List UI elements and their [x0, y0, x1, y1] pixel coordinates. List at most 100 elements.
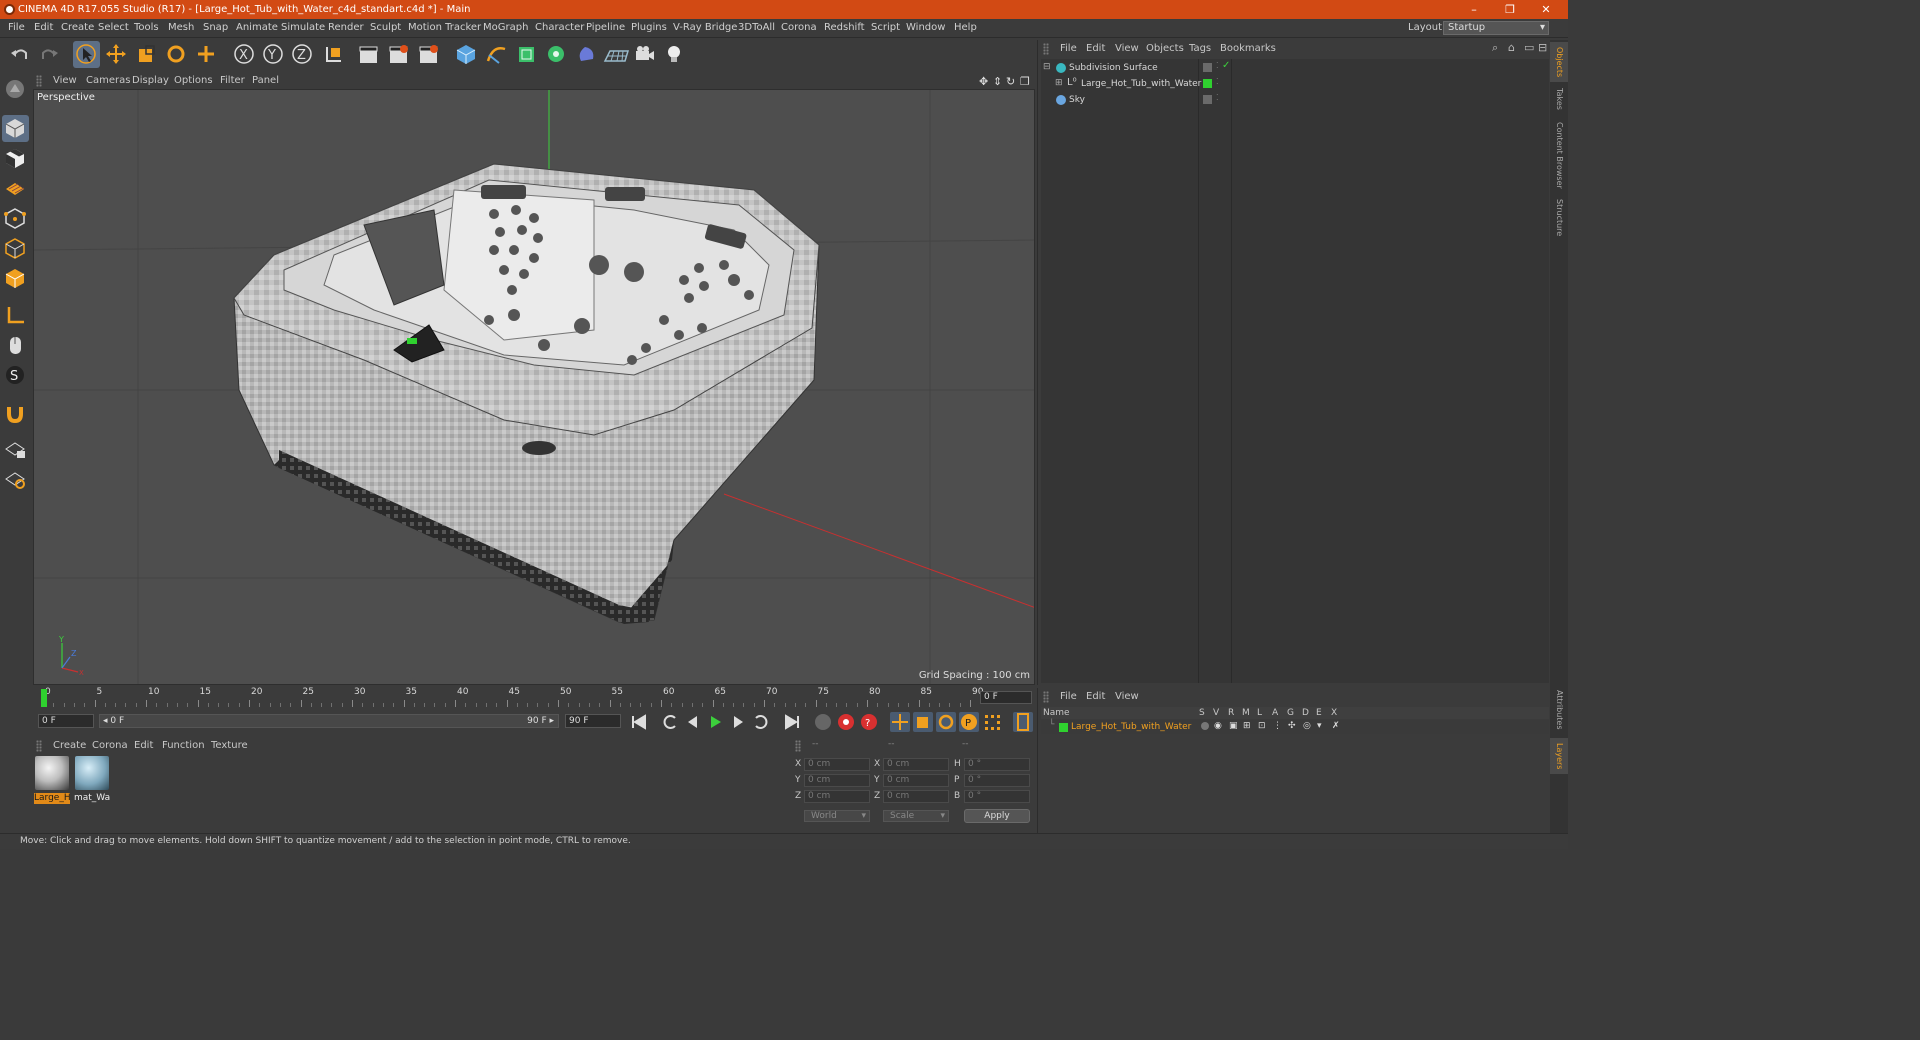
autokey-button[interactable]: ?: [859, 712, 879, 732]
menu-simulate[interactable]: Simulate: [281, 19, 325, 38]
viewport-maximize-icon[interactable]: ❐: [1020, 75, 1030, 88]
animation-icon[interactable]: ⋮: [1273, 721, 1282, 731]
object-row[interactable]: ⊞ L⁰ Large_Hot_Tub_with_Water ⁚: [1041, 76, 1549, 92]
generator-icon[interactable]: ✣: [1288, 721, 1296, 731]
viewport-menu-display[interactable]: Display: [132, 72, 169, 89]
column-solo[interactable]: S: [1199, 707, 1205, 719]
menu-animate[interactable]: Animate: [236, 19, 278, 38]
key-parameter-button[interactable]: P: [959, 712, 979, 732]
column-view[interactable]: V: [1213, 707, 1219, 719]
key-position-button[interactable]: [890, 712, 910, 732]
position-x-field[interactable]: 0 cm: [804, 758, 870, 771]
planar-workplane-button[interactable]: [2, 466, 29, 493]
rotation-h-field[interactable]: 0 °: [964, 758, 1030, 771]
axis-mode-button[interactable]: [2, 302, 29, 329]
render-view-button[interactable]: [355, 41, 382, 68]
apply-button[interactable]: Apply: [964, 809, 1030, 823]
menu-edit[interactable]: Edit: [34, 19, 53, 38]
viewport-menu-options[interactable]: Options: [174, 72, 213, 89]
object-list[interactable]: ⊟ Subdivision Surface ⁚ ✓ ⊞ L⁰ Large_Hot…: [1041, 59, 1549, 683]
record-off-button[interactable]: [813, 712, 833, 732]
eye-icon[interactable]: ◉: [1214, 721, 1222, 731]
layers-menu-edit[interactable]: Edit: [1086, 688, 1105, 705]
tab-attributes[interactable]: Attributes: [1550, 685, 1568, 735]
y-axis-lock-button[interactable]: Y: [260, 41, 287, 68]
menu-window[interactable]: Window: [906, 19, 945, 38]
close-button[interactable]: ✕: [1528, 0, 1564, 19]
deformer-icon[interactable]: ◎: [1303, 721, 1311, 731]
menu-render[interactable]: Render: [328, 19, 364, 38]
collapse-icon[interactable]: ⊟: [1043, 62, 1051, 72]
rotation-p-field[interactable]: 0 °: [964, 774, 1030, 787]
drag-handle-icon[interactable]: [1043, 691, 1049, 703]
viewport-rotate-icon[interactable]: ↻: [1006, 75, 1015, 88]
material-swatch[interactable]: mat_Wa: [74, 756, 110, 804]
position-y-field[interactable]: 0 cm: [804, 774, 870, 787]
expand-icon[interactable]: ⊟: [1538, 41, 1547, 54]
objects-menu-tags[interactable]: Tags: [1189, 40, 1211, 57]
material-menu-corona[interactable]: Corona: [92, 737, 128, 754]
enabled-check-icon[interactable]: ✓: [1222, 60, 1230, 71]
menu-script[interactable]: Script: [871, 19, 900, 38]
current-frame-field[interactable]: 0 F: [980, 691, 1032, 704]
objects-menu-edit[interactable]: Edit: [1086, 40, 1105, 57]
tab-layers[interactable]: Layers: [1550, 738, 1568, 774]
menu-tools[interactable]: Tools: [134, 19, 159, 38]
layers-menu-view[interactable]: View: [1115, 688, 1139, 705]
menu-help[interactable]: Help: [954, 19, 977, 38]
minimize-button[interactable]: –: [1456, 0, 1492, 19]
end-frame-field[interactable]: 90 F: [565, 714, 621, 728]
search-icon[interactable]: ⌕: [1492, 41, 1498, 55]
home-icon[interactable]: ⌂: [1508, 41, 1515, 54]
viewport-perspective[interactable]: Perspective Grid Spacing : 100 cm Y Z X: [33, 89, 1035, 685]
timeline-playhead[interactable]: [41, 689, 47, 707]
key-pla-button[interactable]: [982, 712, 1002, 732]
menu-create[interactable]: Create: [61, 19, 94, 38]
add-deformer-button[interactable]: [573, 41, 600, 68]
preview-range-slider[interactable]: ◂ 0 F 90 F ▸: [99, 714, 559, 728]
viewport-menu-filter[interactable]: Filter: [220, 72, 245, 89]
edges-mode-button[interactable]: [2, 235, 29, 262]
next-key-button[interactable]: [751, 712, 771, 732]
menu-character[interactable]: Character: [535, 19, 584, 38]
column-locked[interactable]: L: [1257, 707, 1262, 719]
new-window-icon[interactable]: ▭: [1524, 41, 1534, 54]
visibility-dots-icon[interactable]: ⁚: [1216, 61, 1219, 70]
viewport-menu-cameras[interactable]: Cameras: [86, 72, 130, 89]
column-manager[interactable]: M: [1242, 707, 1250, 719]
layer-row[interactable]: └ Large_Hot_Tub_with_Water ◉ ▣ ⊞ ⊡ ⋮ ✣ ◎…: [1041, 720, 1549, 734]
manager-icon[interactable]: ⊞: [1243, 721, 1251, 731]
expand-icon[interactable]: ⊞: [1055, 78, 1063, 88]
tab-content-browser[interactable]: Content Browser: [1550, 116, 1568, 194]
menu-pipeline[interactable]: Pipeline: [586, 19, 625, 38]
render-icon[interactable]: ▣: [1229, 721, 1238, 731]
snap-button[interactable]: S: [2, 362, 29, 389]
record-button[interactable]: [836, 712, 856, 732]
key-rotation-button[interactable]: [936, 712, 956, 732]
model-mode-button[interactable]: [2, 115, 29, 142]
coordinate-system-button[interactable]: [320, 41, 347, 68]
visibility-dots-icon[interactable]: ⁚: [1216, 93, 1219, 102]
layer-tag-icon[interactable]: [1203, 63, 1212, 72]
layout-dropdown[interactable]: Startup ▾: [1443, 21, 1549, 35]
material-menu-function[interactable]: Function: [162, 737, 205, 754]
solo-toggle-icon[interactable]: [1201, 722, 1209, 730]
next-frame-button[interactable]: [728, 712, 748, 732]
menu-file[interactable]: File: [8, 19, 25, 38]
position-z-field[interactable]: 0 cm: [804, 790, 870, 803]
column-xref[interactable]: X: [1331, 707, 1337, 719]
key-scale-button[interactable]: [913, 712, 933, 732]
magnet-button[interactable]: [2, 400, 29, 427]
add-spline-button[interactable]: [483, 41, 510, 68]
menu-mesh[interactable]: Mesh: [168, 19, 194, 38]
menu-plugins[interactable]: Plugins: [631, 19, 667, 38]
points-mode-button[interactable]: [2, 205, 29, 232]
tab-takes[interactable]: Takes: [1550, 84, 1568, 114]
render-picture-viewer-button[interactable]: [385, 41, 412, 68]
add-cloner-button[interactable]: [543, 41, 570, 68]
material-menu-create[interactable]: Create: [53, 737, 86, 754]
object-row[interactable]: Sky ⁚: [1041, 92, 1549, 108]
make-editable-button[interactable]: [2, 76, 29, 103]
column-render[interactable]: R: [1228, 707, 1234, 719]
add-subdivision-button[interactable]: [513, 41, 540, 68]
